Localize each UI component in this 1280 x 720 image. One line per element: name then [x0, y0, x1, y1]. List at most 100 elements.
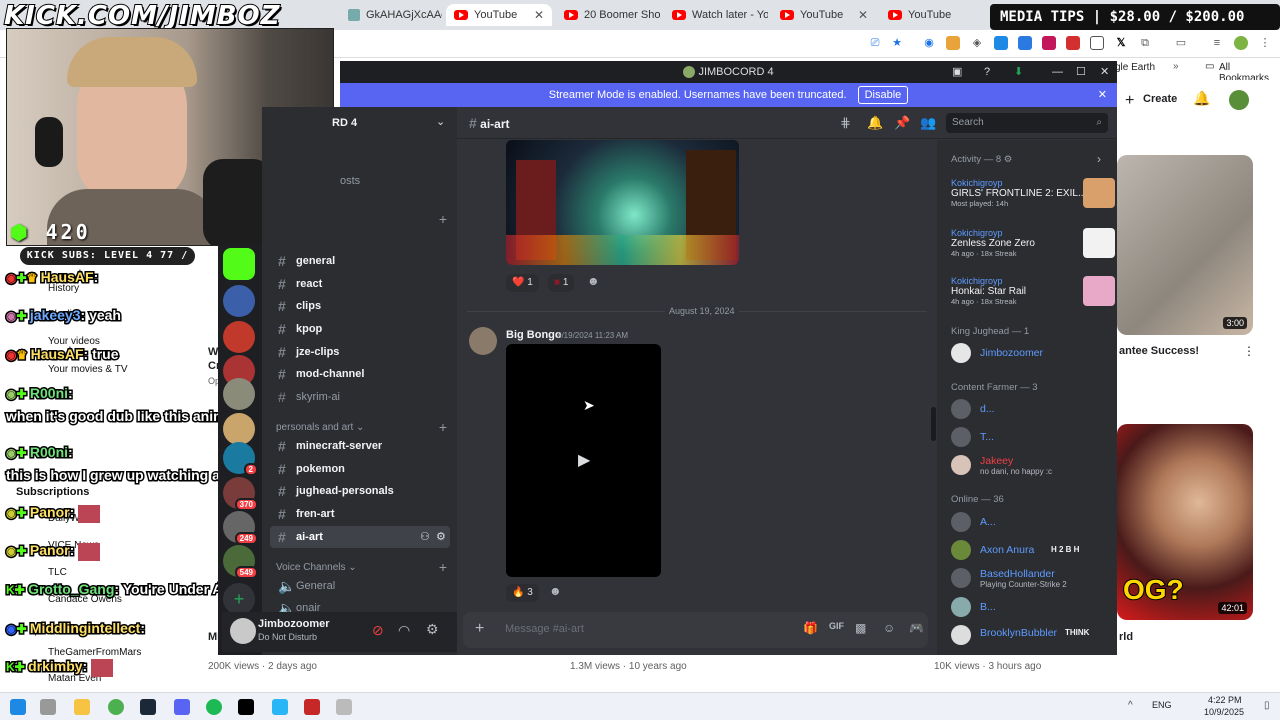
chrome-icon[interactable]: [108, 699, 124, 715]
category-personals-and-art[interactable]: personals and art ⌄: [276, 422, 364, 433]
member-item[interactable]: Axon Anura H 2 B H: [951, 537, 1111, 563]
gear-icon[interactable]: ⚙: [436, 526, 446, 548]
shield-icon[interactable]: ◈: [970, 36, 984, 50]
extension-icon[interactable]: [946, 36, 960, 50]
sticker-icon[interactable]: ▩: [855, 621, 866, 635]
close-tab-icon[interactable]: ✕: [534, 8, 544, 22]
add-server-icon[interactable]: +: [223, 583, 255, 615]
video-title[interactable]: W: [208, 346, 218, 358]
notification-icon[interactable]: ▯: [1264, 700, 1270, 711]
browser-tab[interactable]: Watch later - You ✕: [664, 4, 768, 26]
extension-icon[interactable]: [994, 36, 1008, 50]
clock-time[interactable]: 4:22 PM: [1208, 695, 1242, 705]
member-item[interactable]: T...: [951, 424, 1111, 450]
channel-mod-channel[interactable]: # mod-channel: [270, 363, 450, 385]
bell-icon[interactable]: 🔔: [867, 115, 883, 131]
activity-card[interactable]: Kokichigroyp Zenless Zone Zero 4h ago · …: [951, 228, 1115, 262]
gear-icon[interactable]: ⚙: [426, 621, 439, 638]
subscription-item[interactable]: TheGamerFromMars: [48, 647, 141, 658]
channel-fren-art[interactable]: # fren-art: [270, 503, 450, 525]
server-icon[interactable]: [223, 321, 255, 353]
add-attachment-icon[interactable]: +: [475, 620, 484, 638]
member-item[interactable]: d...: [951, 396, 1111, 422]
member-item[interactable]: Jakeey no dani, no happy :c: [951, 452, 1111, 478]
extension-icon[interactable]: [1066, 36, 1080, 50]
threads-icon[interactable]: ⋕: [840, 115, 851, 131]
gif-icon[interactable]: GIF: [829, 621, 844, 631]
browser-tab[interactable]: YouTube: [880, 4, 976, 26]
mic-muted-icon[interactable]: ⊘: [372, 622, 384, 639]
channel-react[interactable]: # react: [270, 273, 450, 295]
voice-channel-general[interactable]: 🔈 General: [270, 575, 450, 597]
member-item[interactable]: BrooklynBubbler THINK: [951, 622, 1111, 648]
channel-jughead-personals[interactable]: # jughead-personals: [270, 480, 450, 502]
help-icon[interactable]: ?: [984, 61, 990, 83]
server-icon[interactable]: [223, 285, 255, 317]
video-thumbnail[interactable]: OG? 42:01: [1117, 424, 1253, 620]
profile-avatar-icon[interactable]: [1234, 36, 1248, 50]
image-attachment[interactable]: [506, 140, 739, 265]
create-button[interactable]: Create: [1143, 93, 1177, 105]
member-list-icon[interactable]: 👥: [920, 115, 936, 131]
server-icon[interactable]: 2: [223, 442, 258, 476]
server-posts-link[interactable]: osts: [340, 175, 360, 187]
video-title[interactable]: antee Success!: [1119, 345, 1199, 357]
member-item[interactable]: A...: [951, 509, 1111, 535]
video-thumbnail[interactable]: 3:00: [1117, 155, 1253, 335]
reaction-fire[interactable]: 🔥 3: [506, 584, 539, 602]
avatar[interactable]: [1229, 90, 1249, 110]
activity-card[interactable]: Kokichigroyp Honkai: Star Rail 4h ago · …: [951, 276, 1115, 310]
channel-minecraft-server[interactable]: # minecraft-server: [270, 435, 450, 457]
terminal-icon[interactable]: [238, 699, 254, 715]
close-tab-icon[interactable]: ✕: [858, 8, 868, 22]
message-input[interactable]: + Message #ai-art 🎁 GIF ▩ ☺ 🎮: [463, 612, 928, 648]
subscription-item[interactable]: TLC: [48, 567, 67, 578]
chevron-right-icon[interactable]: »: [1173, 61, 1179, 72]
language-indicator[interactable]: ENG: [1152, 700, 1172, 710]
star-icon[interactable]: ★: [890, 36, 904, 50]
reaction-custom[interactable]: ■ 1: [548, 274, 575, 292]
gift-icon[interactable]: 🎁: [803, 621, 818, 635]
video-title[interactable]: rld: [1119, 631, 1133, 643]
add-reaction-icon[interactable]: ☻: [549, 584, 562, 598]
add-reaction-icon[interactable]: ☻: [587, 274, 600, 288]
kebab-menu-icon[interactable]: ⋮: [1243, 344, 1255, 358]
clock-date[interactable]: 10/9/2025: [1204, 707, 1244, 717]
server-icon[interactable]: [223, 413, 255, 445]
puzzle-icon[interactable]: ⧉: [1138, 36, 1152, 50]
member-item[interactable]: BasedHollander Playing Counter-Strike 2: [951, 565, 1111, 591]
headphones-icon[interactable]: ◠: [398, 622, 410, 639]
avatar[interactable]: [230, 618, 256, 644]
extension-icon[interactable]: ◉: [922, 36, 936, 50]
add-channel-icon[interactable]: +: [439, 419, 447, 435]
apps-icon[interactable]: 🎮: [909, 621, 924, 635]
scrollbar[interactable]: [931, 407, 936, 441]
search-input[interactable]: Search ⌕: [946, 113, 1108, 133]
task-view-icon[interactable]: [40, 699, 56, 715]
close-icon[interactable]: ✕: [1098, 83, 1107, 107]
channel-skyrim-ai[interactable]: # skyrim-ai: [270, 386, 450, 408]
extension-icon[interactable]: [1018, 36, 1032, 50]
menu-icon[interactable]: ≡: [1210, 36, 1224, 50]
browser-tab[interactable]: GkAHAGjXcAAcb ✕: [340, 4, 442, 26]
video-attachment[interactable]: ▶: [506, 344, 661, 577]
add-channel-icon[interactable]: +: [439, 559, 447, 575]
play-icon[interactable]: ▶: [578, 450, 590, 470]
chevron-right-icon[interactable]: ›: [1097, 152, 1101, 166]
steam-icon[interactable]: [140, 699, 156, 715]
bookmark-google-earth[interactable]: gle Earth: [1115, 62, 1155, 73]
maximize-icon[interactable]: ☐: [1076, 61, 1086, 83]
minimize-icon[interactable]: —: [1052, 61, 1063, 83]
member-item[interactable]: Jimbozoomer: [951, 340, 1111, 366]
channel-ai-art[interactable]: # ai-art ⚇ ⚙: [270, 526, 450, 548]
channel-general[interactable]: # general: [270, 250, 450, 272]
pin-icon[interactable]: 📌: [894, 115, 910, 131]
browser-tab[interactable]: 20 Boomer Shoo ✕: [556, 4, 660, 26]
server-icon[interactable]: [223, 378, 255, 410]
x-icon[interactable]: 𝕏: [1114, 36, 1128, 50]
category-voice-channels[interactable]: Voice Channels ⌄: [276, 562, 357, 573]
sidebar-item-your-movies[interactable]: Your movies & TV: [48, 364, 127, 375]
file-explorer-icon[interactable]: [74, 699, 90, 715]
server-icon[interactable]: 549: [223, 545, 258, 579]
browser-tab[interactable]: YouTube ✕: [772, 4, 876, 26]
